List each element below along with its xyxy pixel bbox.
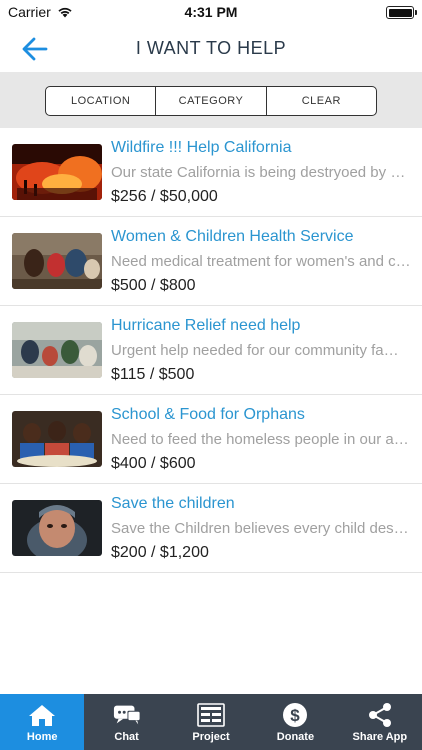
navigation-bar: I WANT TO HELP [0,24,422,72]
tab-project[interactable]: Project [169,694,253,750]
campaign-row-wildfire[interactable]: Wildfire !!! Help California Our state C… [0,128,422,217]
campaign-amount: $200 / $1,200 [111,544,209,561]
category-filter-button[interactable]: CATEGORY [155,87,265,115]
campaign-description: Save the Children believes every child d… [111,520,411,537]
campaign-title: School & Food for Orphans [111,406,305,423]
home-icon [28,702,56,728]
status-time: 4:31 PM [184,4,238,20]
page-title: I WANT TO HELP [135,38,287,58]
campaign-row-hurricane[interactable]: Hurricane Relief need help Urgent help n… [0,306,422,395]
tab-chat[interactable]: Chat [84,694,168,750]
tab-home[interactable]: Home [0,694,85,750]
location-filter-button[interactable]: LOCATION [46,87,155,115]
campaign-row-orphans[interactable]: School & Food for Orphans Need to feed t… [0,395,422,484]
filter-segmented-control: LOCATION CATEGORY CLEAR [45,86,377,116]
battery-icon [386,6,417,19]
campaign-amount: $400 / $600 [111,455,196,472]
clear-filter-button[interactable]: CLEAR [265,87,376,115]
campaign-description: Urgent help needed for our community fam… [111,342,411,359]
campaign-amount: $256 / $50,000 [111,188,218,205]
campaign-title: Save the children [111,495,235,512]
campaign-list: Wildfire !!! Help California Our state C… [0,128,422,573]
campaign-amount: $115 / $500 [111,366,195,383]
tab-label: Share App [352,731,408,743]
campaign-row-health[interactable]: Women & Children Health Service Need med… [0,217,422,306]
campaign-title: Hurricane Relief need help [111,317,301,334]
share-icon [366,702,394,728]
campaign-row-children[interactable]: Save the children Save the Children beli… [0,484,422,573]
tab-label: Donate [276,731,315,743]
health-service-thumbnail [12,233,102,289]
bottom-tab-bar: Home Chat Project $ Donate Share App [0,694,422,750]
tab-share-app[interactable]: Share App [338,694,422,750]
tab-label: Project [192,731,230,743]
hurricane-relief-thumbnail [12,322,102,378]
tab-label: Chat [114,731,139,743]
tab-donate[interactable]: $ Donate [253,694,337,750]
orphans-thumbnail [12,411,102,467]
project-icon [197,702,225,728]
campaign-title: Women & Children Health Service [111,228,354,245]
campaign-title: Wildfire !!! Help California [111,139,292,156]
save-children-thumbnail [12,500,102,556]
filter-bar: LOCATION CATEGORY CLEAR [0,72,422,128]
campaign-amount: $500 / $800 [111,277,196,294]
campaign-description: Our state California is being destryoed … [111,164,411,181]
campaign-description: Need to feed the homeless people in our … [111,431,411,448]
chat-icon [113,702,141,728]
dollar-icon: $ [281,702,309,728]
campaign-description: Need medical treatment for women's and c… [111,253,411,270]
tab-label: Home [26,731,58,743]
wildfire-thumbnail [12,144,102,200]
status-bar: Carrier 4:31 PM [0,0,422,24]
svg-text:$: $ [291,706,301,725]
